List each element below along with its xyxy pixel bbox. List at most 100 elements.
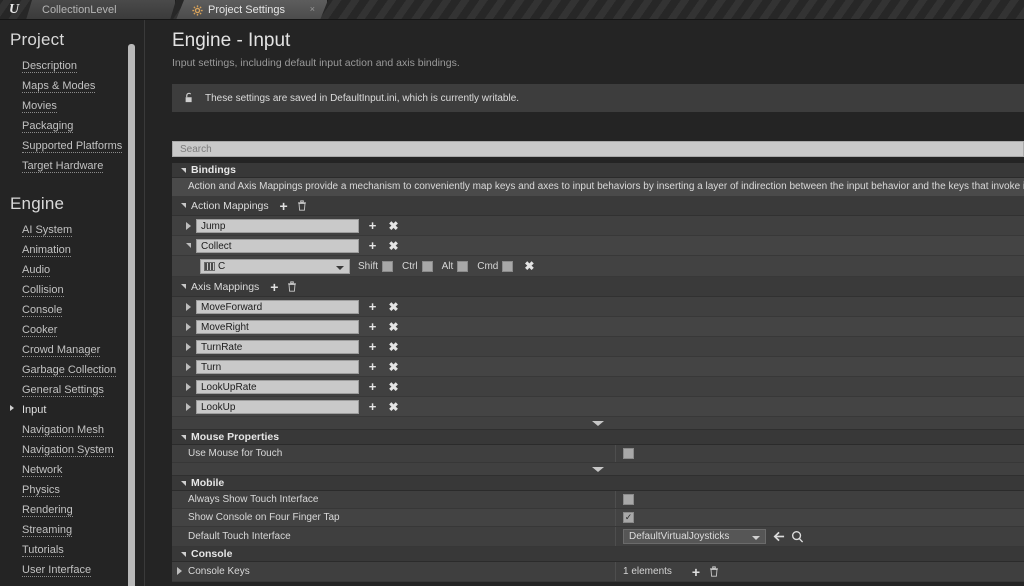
add-key-button[interactable]: + bbox=[367, 359, 378, 374]
expander-closed-icon[interactable] bbox=[186, 402, 191, 411]
browse-asset-button[interactable] bbox=[790, 529, 805, 544]
axis-mapping-row[interactable]: Turn + ✖ bbox=[172, 357, 1024, 377]
sidebar-item-crowd-manager[interactable]: Crowd Manager bbox=[0, 340, 136, 360]
action-mappings-header[interactable]: Action Mappings + bbox=[172, 196, 1024, 216]
sidebar-item-audio[interactable]: Audio bbox=[0, 260, 136, 280]
axis-mapping-name-input[interactable]: Turn bbox=[196, 359, 359, 374]
expander-closed-icon[interactable] bbox=[186, 221, 191, 230]
sidebar-item-ai-system[interactable]: AI System bbox=[0, 220, 136, 240]
remove-mapping-button[interactable]: ✖ bbox=[388, 300, 399, 314]
expander-open-icon[interactable] bbox=[186, 243, 191, 248]
column-splitter[interactable] bbox=[615, 491, 616, 508]
sidebar-item-packaging[interactable]: Packaging bbox=[0, 116, 136, 136]
sidebar-item-input[interactable]: Input bbox=[0, 400, 136, 420]
sidebar-item-animation[interactable]: Animation bbox=[0, 240, 136, 260]
remove-mapping-button[interactable]: ✖ bbox=[388, 239, 399, 253]
tab-project-settings[interactable]: Project Settings × bbox=[176, 0, 328, 20]
cmd-checkbox[interactable] bbox=[502, 260, 514, 272]
add-key-button[interactable]: + bbox=[367, 399, 378, 414]
column-splitter[interactable] bbox=[615, 562, 616, 581]
add-key-button[interactable]: + bbox=[367, 299, 378, 314]
add-key-button[interactable]: + bbox=[367, 218, 378, 233]
add-key-button[interactable]: + bbox=[367, 319, 378, 334]
axis-mappings-header[interactable]: Axis Mappings + bbox=[172, 277, 1024, 297]
action-mapping-row-collect[interactable]: Collect + ✖ bbox=[172, 236, 1024, 256]
sidebar-item-supported-platforms[interactable]: Supported Platforms bbox=[0, 136, 136, 156]
default-touch-interface-dropdown[interactable]: DefaultVirtualJoysticks bbox=[623, 529, 766, 544]
sidebar-item-maps-modes[interactable]: Maps & Modes bbox=[0, 76, 136, 96]
search-input[interactable]: Search bbox=[172, 141, 1024, 157]
sidebar-item-movies[interactable]: Movies bbox=[0, 96, 136, 116]
clear-action-mappings-button[interactable] bbox=[295, 199, 309, 213]
remove-mapping-button[interactable]: ✖ bbox=[388, 219, 399, 233]
add-key-button[interactable]: + bbox=[367, 238, 378, 253]
axis-mapping-name-input[interactable]: MoveForward bbox=[196, 299, 359, 314]
axis-mapping-row[interactable]: TurnRate + ✖ bbox=[172, 337, 1024, 357]
axis-mapping-name-input[interactable]: TurnRate bbox=[196, 339, 359, 354]
sidebar-item-collision[interactable]: Collision bbox=[0, 280, 136, 300]
remove-mapping-button[interactable]: ✖ bbox=[388, 320, 399, 334]
sidebar-item-network[interactable]: Network bbox=[0, 460, 136, 480]
add-axis-mapping-button[interactable]: + bbox=[267, 280, 281, 294]
sidebar-item-navigation-mesh[interactable]: Navigation Mesh bbox=[0, 420, 136, 440]
alt-checkbox[interactable] bbox=[457, 260, 469, 272]
use-mouse-for-touch-checkbox[interactable] bbox=[623, 448, 634, 459]
remove-key-button[interactable]: ✖ bbox=[524, 259, 534, 273]
action-mapping-name-input[interactable]: Jump bbox=[196, 218, 359, 233]
action-mapping-name-input[interactable]: Collect bbox=[196, 238, 359, 253]
column-splitter[interactable] bbox=[615, 445, 616, 462]
expander-closed-icon[interactable] bbox=[186, 382, 191, 391]
category-console[interactable]: Console bbox=[172, 547, 1024, 562]
sidebar-item-cooker[interactable]: Cooker bbox=[0, 320, 136, 340]
axis-mapping-name-input[interactable]: LookUp bbox=[196, 399, 359, 414]
close-icon[interactable]: × bbox=[310, 4, 315, 15]
expander-closed-icon[interactable] bbox=[186, 302, 191, 311]
sidebar-item-rendering[interactable]: Rendering bbox=[0, 500, 136, 520]
axis-mapping-row[interactable]: MoveForward + ✖ bbox=[172, 297, 1024, 317]
expander-closed-icon[interactable] bbox=[186, 322, 191, 331]
remove-mapping-button[interactable]: ✖ bbox=[388, 380, 399, 394]
add-key-button[interactable]: + bbox=[367, 339, 378, 354]
show-more-bindings-button[interactable] bbox=[172, 417, 1024, 430]
category-mouse-properties[interactable]: Mouse Properties bbox=[172, 430, 1024, 445]
axis-mapping-row[interactable]: LookUpRate + ✖ bbox=[172, 377, 1024, 397]
sidebar-item-general-settings[interactable]: General Settings bbox=[0, 380, 136, 400]
category-mobile[interactable]: Mobile bbox=[172, 476, 1024, 491]
use-selected-asset-button[interactable] bbox=[772, 529, 787, 544]
show-console-four-finger-tap-checkbox[interactable]: ✓ bbox=[623, 512, 634, 523]
expander-closed-icon[interactable] bbox=[186, 362, 191, 371]
add-key-button[interactable]: + bbox=[367, 379, 378, 394]
always-show-touch-interface-checkbox[interactable] bbox=[623, 494, 634, 505]
category-bindings[interactable]: Bindings bbox=[172, 163, 1024, 178]
remove-mapping-button[interactable]: ✖ bbox=[388, 340, 399, 354]
sidebar-item-physics[interactable]: Physics bbox=[0, 480, 136, 500]
column-splitter[interactable] bbox=[615, 527, 616, 546]
axis-mapping-row[interactable]: LookUp + ✖ bbox=[172, 397, 1024, 417]
sidebar-item-target-hardware[interactable]: Target Hardware bbox=[0, 156, 136, 176]
axis-mapping-name-input[interactable]: LookUpRate bbox=[196, 379, 359, 394]
remove-mapping-button[interactable]: ✖ bbox=[388, 360, 399, 374]
sidebar-item-console[interactable]: Console bbox=[0, 300, 136, 320]
action-mapping-row-jump[interactable]: Jump + ✖ bbox=[172, 216, 1024, 236]
column-splitter[interactable] bbox=[615, 509, 616, 526]
sidebar-item-user-interface[interactable]: User Interface bbox=[0, 560, 136, 580]
add-action-mapping-button[interactable]: + bbox=[277, 199, 291, 213]
sidebar-item-garbage-collection[interactable]: Garbage Collection bbox=[0, 360, 136, 380]
expander-closed-icon[interactable] bbox=[186, 342, 191, 351]
axis-mapping-name-input[interactable]: MoveRight bbox=[196, 319, 359, 334]
key-select-dropdown[interactable]: C bbox=[200, 258, 350, 274]
tab-collection-level[interactable]: CollectionLevel bbox=[26, 0, 176, 20]
clear-console-keys-button[interactable] bbox=[707, 565, 721, 579]
shift-checkbox[interactable] bbox=[382, 260, 394, 272]
sidebar-item-streaming[interactable]: Streaming bbox=[0, 520, 136, 540]
clear-axis-mappings-button[interactable] bbox=[285, 280, 299, 294]
sidebar-item-tutorials[interactable]: Tutorials bbox=[0, 540, 136, 560]
add-console-key-button[interactable]: + bbox=[689, 565, 703, 579]
show-more-mouse-properties-button[interactable] bbox=[172, 463, 1024, 476]
expander-closed-icon[interactable] bbox=[177, 567, 182, 575]
remove-mapping-button[interactable]: ✖ bbox=[388, 400, 399, 414]
sidebar-item-navigation-system[interactable]: Navigation System bbox=[0, 440, 136, 460]
axis-mapping-row[interactable]: MoveRight + ✖ bbox=[172, 317, 1024, 337]
sidebar-scrollbar[interactable] bbox=[128, 44, 135, 586]
ctrl-checkbox[interactable] bbox=[421, 260, 433, 272]
